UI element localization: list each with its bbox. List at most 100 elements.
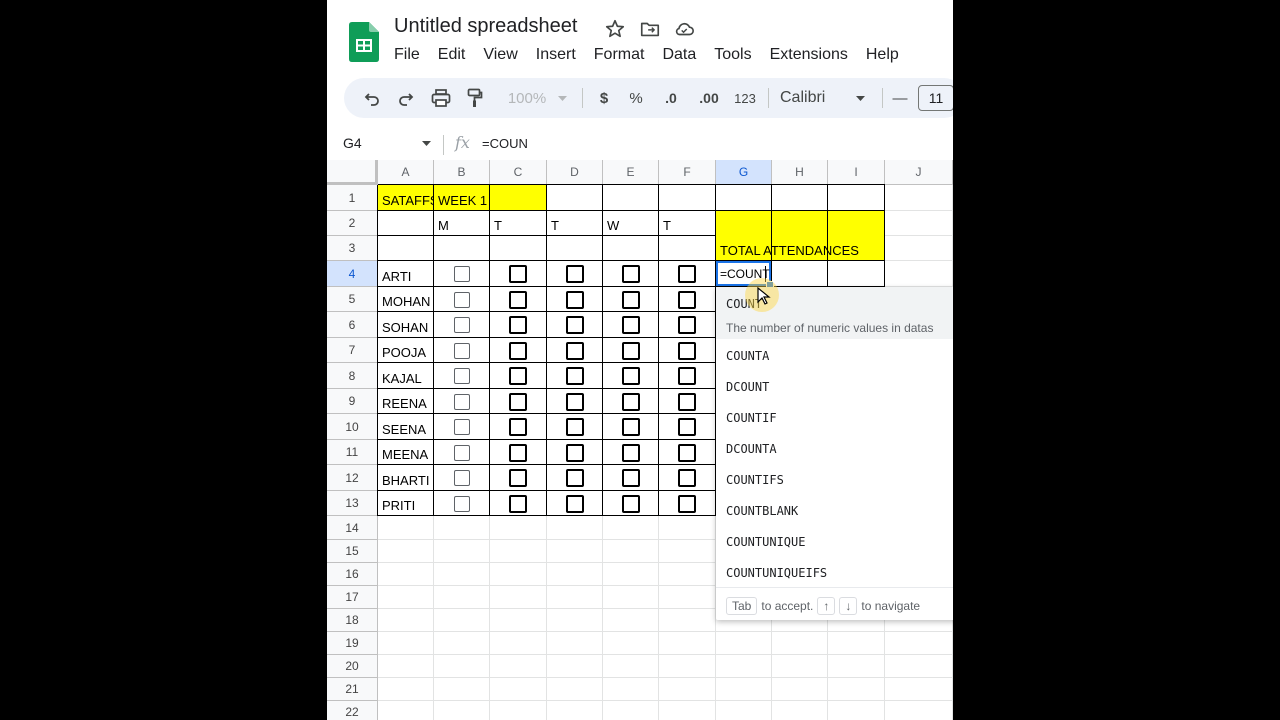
autocomplete-item[interactable]: COUNTIFS	[726, 473, 784, 487]
attendance-checkbox[interactable]	[454, 292, 470, 308]
menu-tools[interactable]: Tools	[705, 44, 760, 66]
name-cell[interactable]: KAJAL	[378, 363, 434, 389]
row-header-8[interactable]: 8	[327, 363, 378, 389]
cell-c2[interactable]: T	[490, 211, 547, 236]
attendance-checkbox[interactable]	[509, 393, 527, 411]
attendance-checkbox[interactable]	[454, 445, 470, 461]
attendance-checkbox[interactable]	[678, 495, 696, 513]
menu-view[interactable]: View	[474, 44, 526, 66]
attendance-checkbox[interactable]	[678, 316, 696, 334]
column-header-f[interactable]: F	[659, 160, 716, 185]
menu-file[interactable]: File	[385, 44, 429, 66]
name-cell[interactable]: SEENA	[378, 414, 434, 440]
column-header-g[interactable]: G	[716, 160, 772, 185]
attendance-checkbox[interactable]	[454, 266, 470, 282]
attendance-checkbox[interactable]	[509, 265, 527, 283]
attendance-checkbox[interactable]	[622, 495, 640, 513]
attendance-checkbox[interactable]	[509, 495, 527, 513]
row-header-13[interactable]: 13	[327, 491, 378, 516]
row-header-16[interactable]: 16	[327, 563, 378, 586]
attendance-checkbox[interactable]	[622, 342, 640, 360]
autocomplete-item[interactable]: COUNTA	[726, 349, 769, 363]
attendance-checkbox[interactable]	[566, 495, 584, 513]
autocomplete-item[interactable]: COUNTUNIQUEIFS	[726, 566, 827, 580]
attendance-checkbox[interactable]	[678, 367, 696, 385]
cell-d2[interactable]: T	[547, 211, 603, 236]
attendance-checkbox[interactable]	[566, 418, 584, 436]
attendance-checkbox[interactable]	[509, 469, 527, 487]
sheets-logo-icon[interactable]	[349, 22, 379, 62]
cell-b2[interactable]: M	[434, 211, 490, 236]
increase-decimal-button[interactable]: .00	[694, 78, 724, 118]
cloud-saved-icon[interactable]	[673, 18, 695, 40]
attendance-checkbox[interactable]	[566, 316, 584, 334]
attendance-checkbox[interactable]	[566, 291, 584, 309]
autocomplete-item[interactable]: COUNTUNIQUE	[726, 535, 805, 549]
row-header-18[interactable]: 18	[327, 609, 378, 632]
attendance-checkbox[interactable]	[622, 393, 640, 411]
autocomplete-item[interactable]: DCOUNTA	[726, 442, 777, 456]
autocomplete-item[interactable]: COUNTIF	[726, 411, 777, 425]
menu-edit[interactable]: Edit	[429, 44, 475, 66]
attendance-checkbox[interactable]	[454, 368, 470, 384]
cell-b1[interactable]: WEEK 1	[434, 185, 546, 211]
attendance-checkbox[interactable]	[454, 496, 470, 512]
attendance-checkbox[interactable]	[678, 342, 696, 360]
attendance-checkbox[interactable]	[622, 291, 640, 309]
percent-format-button[interactable]: %	[626, 78, 646, 118]
attendance-checkbox[interactable]	[622, 418, 640, 436]
star-icon[interactable]	[604, 18, 626, 40]
row-header-7[interactable]: 7	[327, 338, 378, 363]
attendance-checkbox[interactable]	[566, 265, 584, 283]
attendance-checkbox[interactable]	[622, 444, 640, 462]
attendance-checkbox[interactable]	[566, 393, 584, 411]
menu-insert[interactable]: Insert	[527, 44, 585, 66]
row-header-1[interactable]: 1	[327, 185, 378, 211]
attendance-checkbox[interactable]	[622, 316, 640, 334]
row-header-12[interactable]: 12	[327, 465, 378, 491]
row-header-3[interactable]: 3	[327, 236, 378, 261]
menu-help[interactable]: Help	[857, 44, 908, 66]
decrease-decimal-button[interactable]: .0	[658, 78, 684, 118]
attendance-checkbox[interactable]	[454, 317, 470, 333]
row-header-5[interactable]: 5	[327, 287, 378, 312]
attendance-checkbox[interactable]	[678, 265, 696, 283]
menu-data[interactable]: Data	[653, 44, 705, 66]
row-header-21[interactable]: 21	[327, 678, 378, 701]
more-formats-button[interactable]: 123	[732, 78, 758, 118]
row-header-6[interactable]: 6	[327, 312, 378, 338]
row-header-17[interactable]: 17	[327, 586, 378, 609]
name-cell[interactable]: REENA	[378, 389, 434, 414]
name-cell[interactable]: PRITI	[378, 491, 434, 516]
row-header-10[interactable]: 10	[327, 414, 378, 440]
attendance-checkbox[interactable]	[678, 469, 696, 487]
cell-e2[interactable]: W	[603, 211, 659, 236]
move-folder-icon[interactable]	[639, 18, 661, 40]
name-cell[interactable]: MEENA	[378, 440, 434, 465]
column-header-h[interactable]: H	[772, 160, 828, 185]
name-cell[interactable]: SOHAN	[378, 312, 434, 338]
column-header-e[interactable]: E	[603, 160, 659, 185]
attendance-checkbox[interactable]	[509, 418, 527, 436]
decrease-font-size-button[interactable]: —	[890, 78, 910, 118]
attendance-checkbox[interactable]	[566, 469, 584, 487]
attendance-checkbox[interactable]	[454, 394, 470, 410]
column-header-c[interactable]: C	[490, 160, 547, 185]
column-header-d[interactable]: D	[547, 160, 603, 185]
attendance-checkbox[interactable]	[454, 419, 470, 435]
column-header-b[interactable]: B	[434, 160, 490, 185]
attendance-checkbox[interactable]	[678, 444, 696, 462]
row-header-15[interactable]: 15	[327, 540, 378, 563]
autocomplete-item[interactable]: COUNTBLANK	[726, 504, 798, 518]
attendance-checkbox[interactable]	[454, 343, 470, 359]
name-cell[interactable]: MOHAN	[378, 287, 434, 312]
autocomplete-item[interactable]: DCOUNT	[726, 380, 769, 394]
column-header-j[interactable]: J	[885, 160, 953, 185]
column-header-a[interactable]: A	[378, 160, 434, 185]
sheet-grid[interactable]: A B C D E F G H I J 1 2 3 4 5 6 7 8 9 10 11 12 13 14 15 16 17 18 19 2…	[327, 160, 953, 720]
name-box[interactable]: G4	[343, 135, 362, 151]
row-header-19[interactable]: 19	[327, 632, 378, 655]
paint-format-button[interactable]	[464, 78, 486, 118]
attendance-checkbox[interactable]	[678, 418, 696, 436]
column-header-i[interactable]: I	[828, 160, 885, 185]
